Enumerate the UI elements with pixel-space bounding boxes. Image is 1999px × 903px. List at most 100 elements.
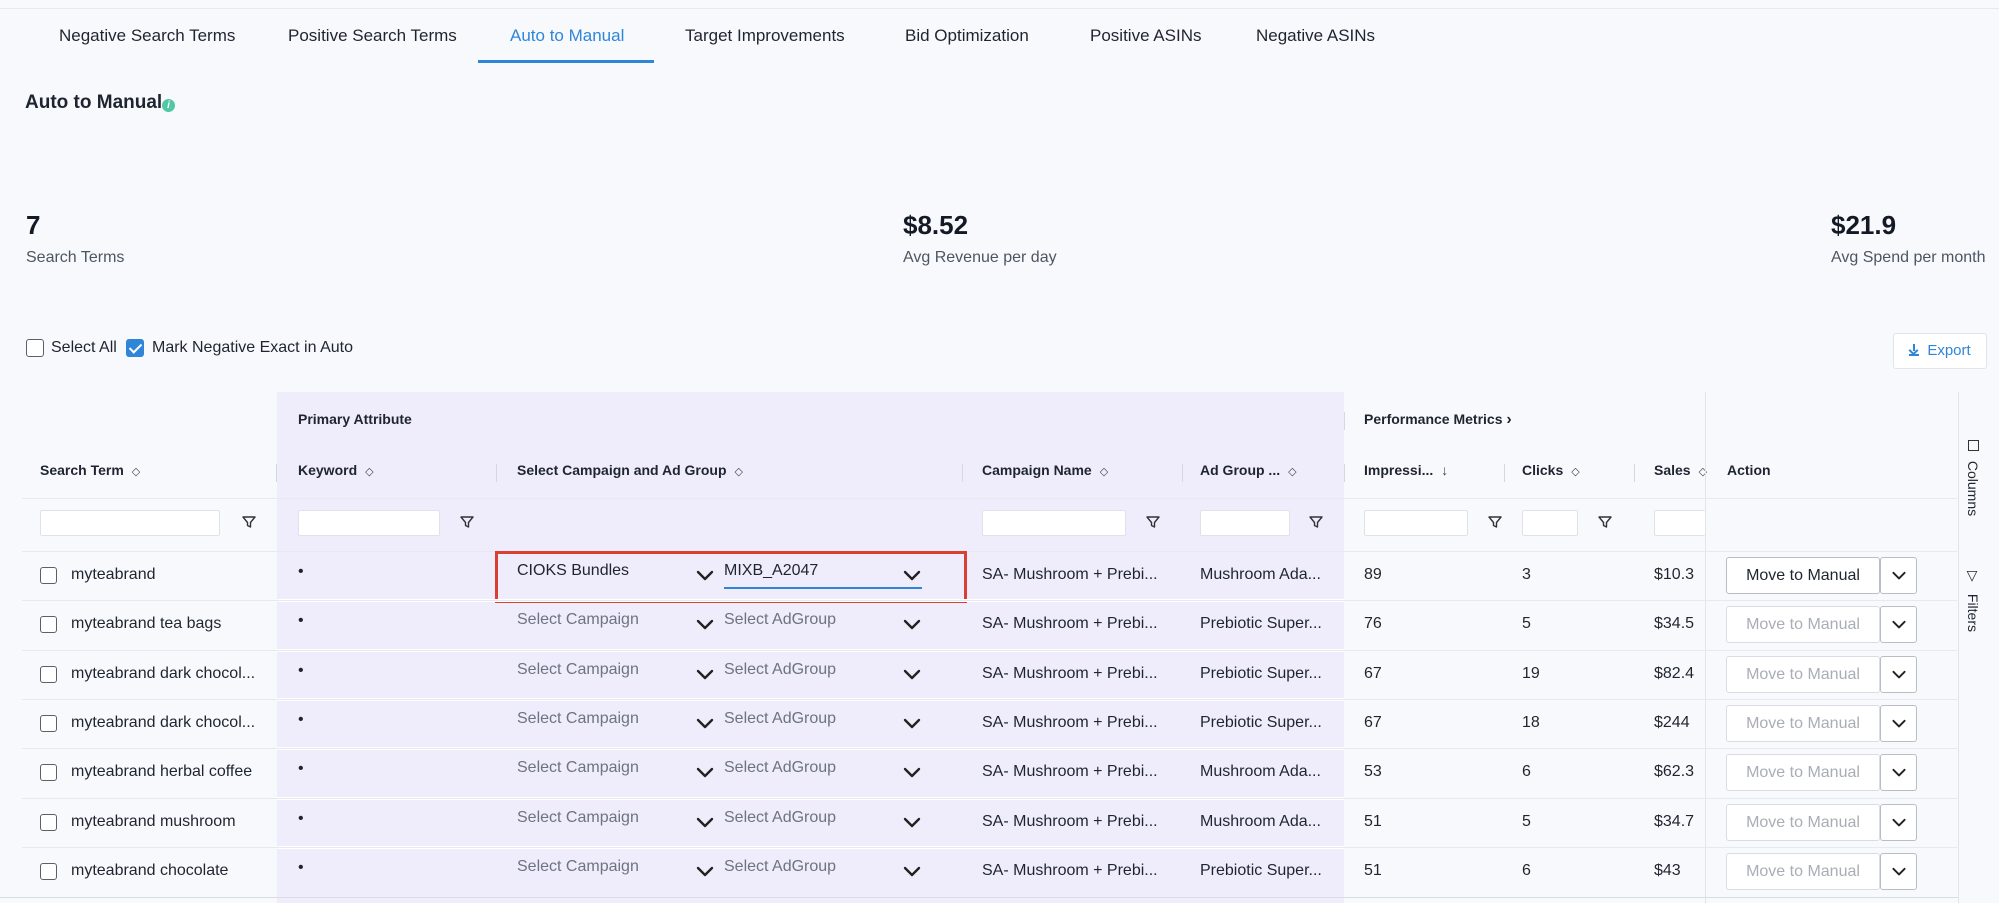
row-checkbox[interactable] [40, 764, 57, 781]
filter-icon[interactable] [460, 515, 474, 529]
adgroup-select[interactable]: Select AdGroup [724, 809, 884, 827]
tab-positive-search-terms[interactable]: Positive Search Terms [288, 9, 457, 63]
action-menu-button[interactable] [1880, 656, 1917, 693]
mark-negative-exact-checkbox[interactable] [126, 339, 144, 357]
adgroup-select[interactable]: Select AdGroup [724, 710, 884, 728]
tab-negative-asins[interactable]: Negative ASINs [1256, 9, 1375, 63]
chevron-down-icon [1892, 620, 1906, 629]
keyword-filter-input[interactable] [298, 510, 440, 536]
sales-cell: $43 [1654, 862, 1681, 879]
campaign-name-filter-input[interactable] [982, 510, 1126, 536]
group-header-performance[interactable]: Performance Metrics › [1364, 411, 1512, 429]
tab-positive-asins[interactable]: Positive ASINs [1090, 9, 1202, 63]
campaign-select[interactable]: Select Campaign [517, 661, 687, 679]
filters-panel-tab[interactable]: ▽ Filters [1965, 568, 1981, 632]
clicks-cell: 3 [1522, 566, 1531, 583]
tab-auto-to-manual[interactable]: Auto to Manual [510, 9, 624, 63]
column-header-keyword[interactable]: Keyword ◇ [298, 462, 374, 478]
impressions-cell: 53 [1364, 763, 1382, 780]
filter-icon[interactable] [1488, 515, 1502, 529]
column-header-campaign-name[interactable]: Campaign Name ◇ [982, 462, 1108, 478]
move-to-manual-button[interactable]: Move to Manual [1726, 557, 1880, 594]
filter-icon[interactable] [242, 515, 256, 529]
column-header-search-term[interactable]: Search Term ◇ [40, 462, 140, 478]
ad-group-cell: Mushroom Ada... [1200, 813, 1321, 830]
search-term-cell: myteabrand tea bags [71, 615, 222, 632]
move-to-manual-button[interactable]: Move to Manual [1726, 656, 1880, 693]
column-header-ad-group[interactable]: Ad Group ... ◇ [1200, 462, 1297, 478]
row-checkbox[interactable] [40, 666, 57, 683]
auto-to-manual-table: Primary Attribute Performance Metrics › … [22, 392, 1957, 903]
campaign-name-cell: SA- Mushroom + Prebi... [982, 566, 1158, 583]
search-term-cell: myteabrand dark chocol... [71, 665, 256, 682]
sales-cell: $244 [1654, 714, 1690, 731]
column-header-clicks[interactable]: Clicks ◇ [1522, 462, 1580, 478]
move-to-manual-button[interactable]: Move to Manual [1726, 853, 1880, 890]
filter-icon[interactable] [1309, 515, 1323, 529]
sales-filter-input[interactable] [1654, 510, 1705, 536]
chevron-down-icon [1892, 818, 1906, 827]
column-header-impressions[interactable]: Impressi... ↓ [1364, 462, 1448, 478]
move-to-manual-button[interactable]: Move to Manual [1726, 804, 1880, 841]
row-checkbox[interactable] [40, 567, 57, 584]
info-icon[interactable]: i [162, 99, 175, 112]
ad-group-cell: Prebiotic Super... [1200, 665, 1322, 682]
action-menu-button[interactable] [1880, 705, 1917, 742]
chevron-down-icon [696, 817, 714, 828]
row-divider [22, 748, 1957, 749]
move-to-manual-button[interactable]: Move to Manual [1726, 754, 1880, 791]
filter-icon[interactable] [1146, 515, 1160, 529]
chevron-down-icon [903, 817, 921, 828]
campaign-select[interactable]: Select Campaign [517, 611, 687, 629]
sales-cell: $82.4 [1654, 665, 1695, 682]
row-divider [22, 551, 1957, 552]
move-to-manual-button[interactable]: Move to Manual [1726, 705, 1880, 742]
tab-target-improvements[interactable]: Target Improvements [685, 9, 845, 63]
impressions-filter-input[interactable] [1364, 510, 1468, 536]
action-menu-button[interactable] [1880, 754, 1917, 791]
mark-negative-exact-label: Mark Negative Exact in Auto [152, 339, 353, 356]
ad-group-filter-input[interactable] [1200, 510, 1290, 536]
action-menu-button[interactable] [1880, 853, 1917, 890]
adgroup-select[interactable]: Select AdGroup [724, 759, 884, 777]
kpi-search-terms: 7 Search Terms [26, 210, 124, 267]
column-header-sales[interactable]: Sales ◇ [1654, 462, 1707, 478]
chevron-down-icon [696, 866, 714, 877]
kpi-value: $8.52 [903, 210, 969, 240]
row-checkbox[interactable] [40, 814, 57, 831]
export-button[interactable]: Export [1893, 333, 1987, 369]
kpi-label: Avg Spend per month [1831, 249, 1986, 266]
chevron-right-icon: › [1506, 411, 1512, 428]
row-checkbox[interactable] [40, 715, 57, 732]
column-header-label: Impressi... [1364, 462, 1434, 478]
campaign-select[interactable]: Select Campaign [517, 759, 687, 777]
clicks-filter-input[interactable] [1522, 510, 1578, 536]
columns-panel-tab[interactable]: Columns [1965, 440, 1981, 516]
row-checkbox[interactable] [40, 616, 57, 633]
move-to-manual-button[interactable]: Move to Manual [1726, 606, 1880, 643]
campaign-select[interactable]: Select Campaign [517, 809, 687, 827]
table-bottom-border [0, 897, 1958, 898]
action-menu-button[interactable] [1880, 804, 1917, 841]
action-menu-button[interactable] [1880, 557, 1917, 594]
select-all-checkbox[interactable] [26, 339, 44, 357]
chevron-down-icon [903, 767, 921, 778]
search-term-filter-input[interactable] [40, 510, 220, 536]
impressions-cell: 51 [1364, 862, 1382, 879]
ad-group-cell: Prebiotic Super... [1200, 615, 1322, 632]
tab-bid-optimization[interactable]: Bid Optimization [905, 9, 1029, 63]
chevron-down-icon [696, 619, 714, 630]
row-checkbox[interactable] [40, 863, 57, 880]
search-term-cell: myteabrand dark chocol... [71, 714, 256, 731]
column-header-select-campaign-adgroup[interactable]: Select Campaign and Ad Group ◇ [517, 462, 743, 478]
campaign-select[interactable]: Select Campaign [517, 858, 687, 876]
kpi-avg-spend: $21.9 Avg Spend per month [1831, 210, 1985, 267]
adgroup-select[interactable]: Select AdGroup [724, 661, 884, 679]
campaign-select[interactable]: Select Campaign [517, 710, 687, 728]
adgroup-select[interactable]: Select AdGroup [724, 611, 884, 629]
tab-negative-search-terms[interactable]: Negative Search Terms [59, 9, 235, 63]
action-menu-button[interactable] [1880, 606, 1917, 643]
row-divider [22, 600, 1957, 601]
filter-icon[interactable] [1598, 515, 1612, 529]
adgroup-select[interactable]: Select AdGroup [724, 858, 884, 876]
